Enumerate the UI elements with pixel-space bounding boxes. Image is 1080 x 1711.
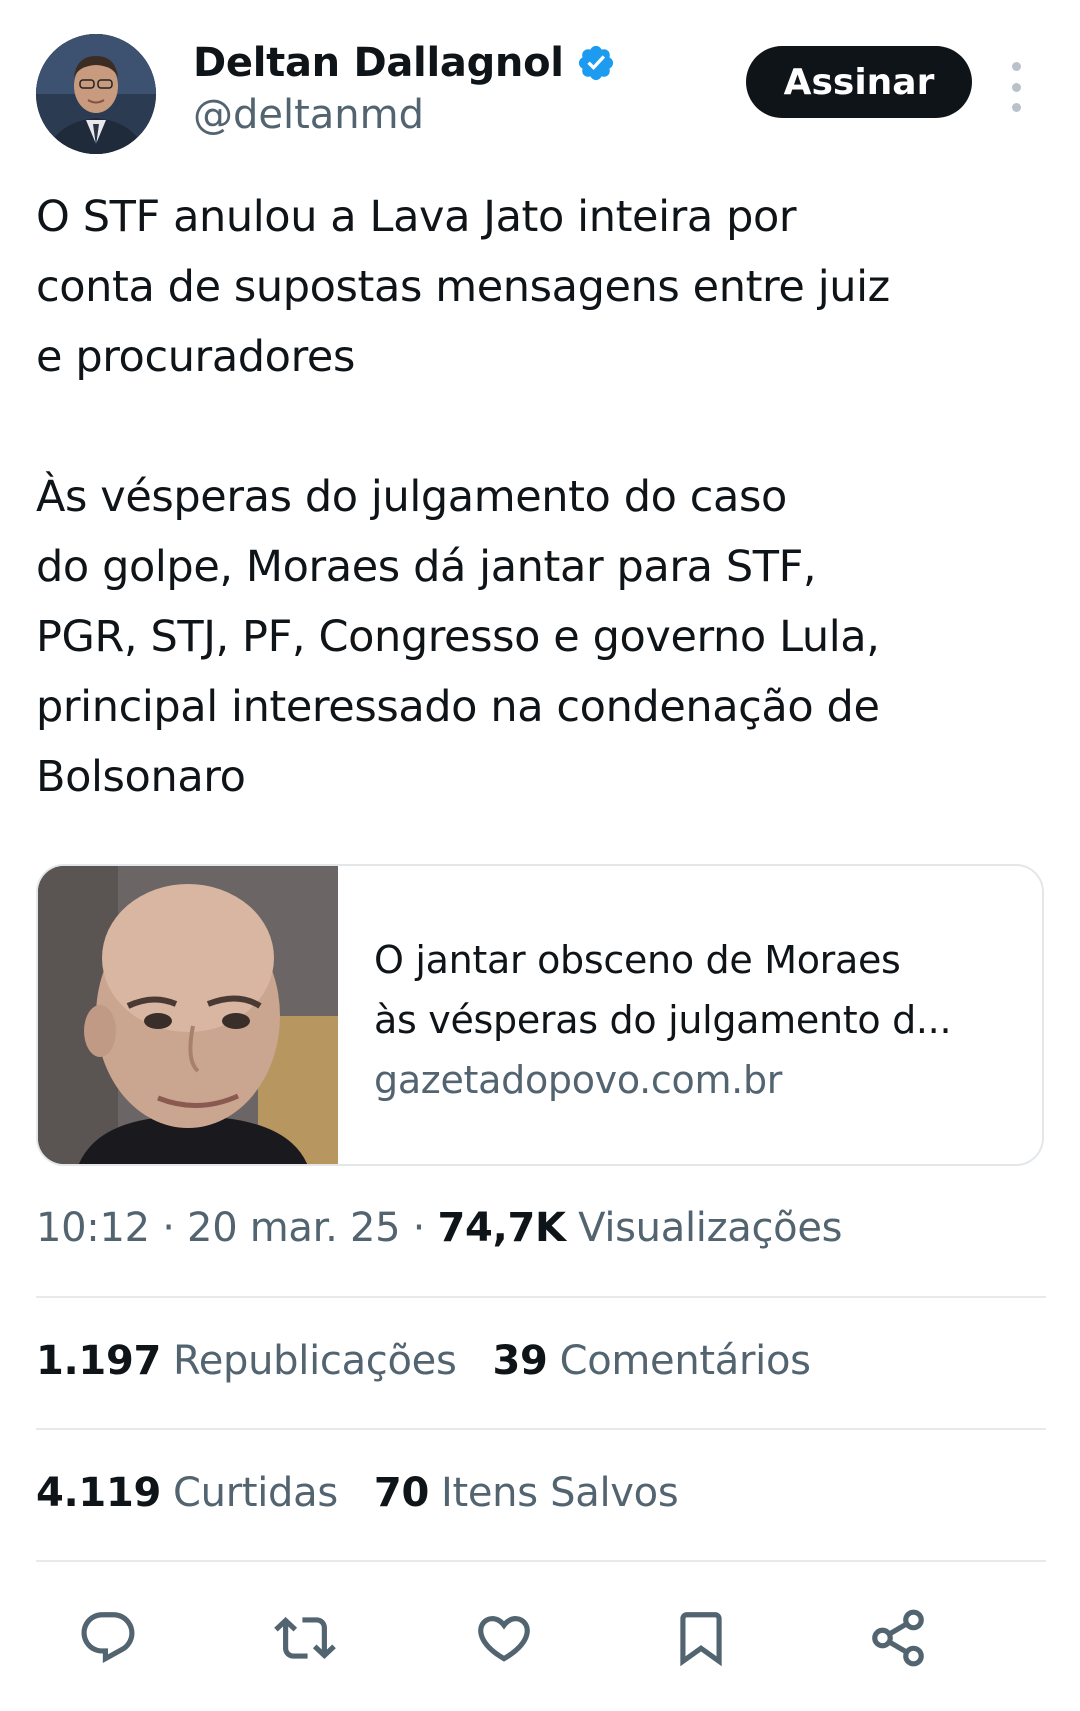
like-icon[interactable] (466, 1600, 542, 1676)
link-card[interactable]: O jantar obsceno de Moraes às vésperas d… (36, 864, 1044, 1166)
saved-stat[interactable]: 70 Itens Salvos (373, 1470, 679, 1516)
tweet-text: O STF anulou a Lava Jato inteira por con… (36, 182, 1046, 812)
meta-separator: · (412, 1205, 426, 1251)
author-handle[interactable]: @deltanmd (193, 92, 616, 138)
views-label: Visualizações (578, 1205, 843, 1251)
link-card-image (38, 866, 338, 1164)
comments-stat[interactable]: 39 Comentários (493, 1338, 811, 1384)
stats-row-1: 1.197 Republicações 39 Comentários (36, 1338, 811, 1384)
link-card-text: O jantar obsceno de Moraes às vésperas d… (374, 930, 1014, 1110)
more-vertical-icon[interactable] (1004, 62, 1028, 112)
bookmark-icon[interactable] (663, 1600, 739, 1676)
verified-badge-icon (578, 45, 613, 81)
likes-label: Curtidas (173, 1470, 338, 1516)
saved-label: Itens Salvos (440, 1470, 679, 1516)
comments-label: Comentários (559, 1338, 811, 1384)
tweet-header: Deltan Dallagnol @deltanmd Assinar (36, 34, 1046, 154)
reposts-stat[interactable]: 1.197 Republicações (36, 1338, 457, 1384)
reposts-count: 1.197 (36, 1338, 162, 1384)
reposts-label: Republicações (173, 1338, 457, 1384)
saved-count: 70 (373, 1470, 429, 1516)
link-card-title: O jantar obsceno de Moraes às vésperas d… (374, 938, 952, 1042)
divider (36, 1428, 1046, 1430)
action-bar (36, 1600, 1046, 1680)
comments-count: 39 (492, 1338, 548, 1384)
tweet-date[interactable]: 20 mar. 25 (187, 1205, 401, 1251)
tweet-meta: 10:12 · 20 mar. 25 · 74,7K Visualizações (36, 1205, 843, 1251)
author-block: Deltan Dallagnol @deltanmd (193, 40, 616, 138)
likes-stat[interactable]: 4.119 Curtidas (36, 1470, 338, 1516)
views-count: 74,7K (437, 1205, 567, 1251)
tweet-paragraph-2: Às vésperas do julgamento do caso do gol… (36, 472, 880, 802)
meta-separator: · (162, 1205, 175, 1251)
divider (36, 1560, 1046, 1562)
share-icon[interactable] (860, 1600, 936, 1676)
tweet-time[interactable]: 10:12 (36, 1205, 150, 1251)
author-name[interactable]: Deltan Dallagnol (193, 40, 564, 86)
link-card-domain: gazetadopovo.com.br (374, 1058, 783, 1102)
avatar[interactable] (36, 34, 156, 154)
divider (36, 1296, 1046, 1298)
subscribe-button[interactable]: Assinar (746, 46, 972, 118)
likes-count: 4.119 (36, 1470, 162, 1516)
stats-row-2: 4.119 Curtidas 70 Itens Salvos (36, 1470, 679, 1516)
repost-icon[interactable] (267, 1600, 343, 1676)
reply-icon[interactable] (70, 1600, 146, 1676)
tweet-paragraph-1: O STF anulou a Lava Jato inteira por con… (36, 192, 890, 382)
